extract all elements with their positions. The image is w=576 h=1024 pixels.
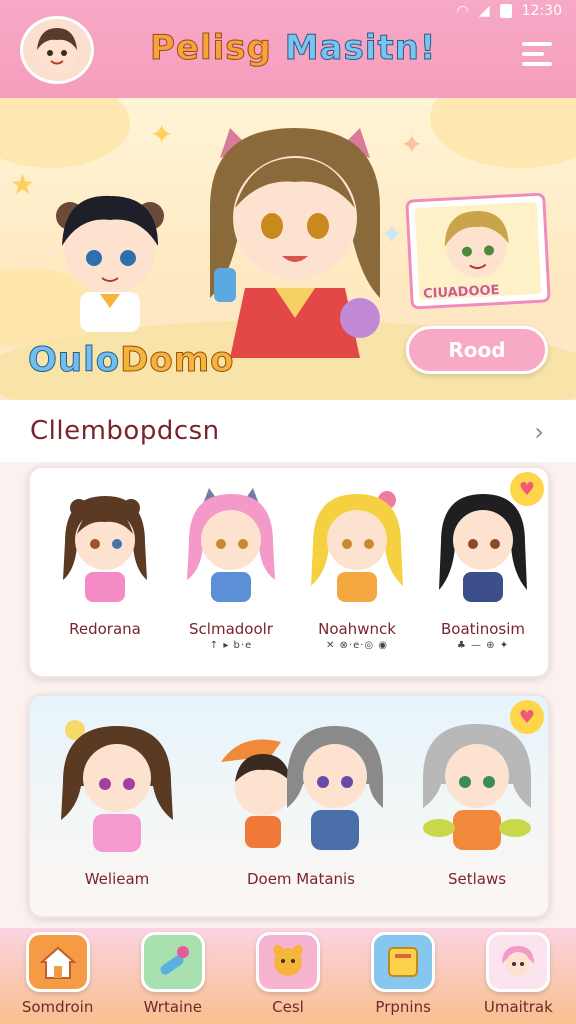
status-bar: ◠ ◢ 12:30: [0, 0, 576, 22]
character-welieam-image: [61, 720, 173, 852]
profile-avatar[interactable]: [20, 16, 94, 84]
brush-icon[interactable]: [140, 932, 205, 992]
character-noahwnck-image: [311, 491, 403, 602]
sparkle-icon: ✦: [400, 128, 424, 161]
character-item[interactable]: Redorana: [50, 482, 160, 638]
character-item[interactable]: Welieam: [52, 712, 182, 888]
character-subtitle: ✕ ⊗·e·◎ ◉: [325, 640, 389, 651]
nav-label: Umaitrak: [483, 998, 553, 1016]
bottom-navigation: Somdroin Wrtaine Cesl Prpnins Umaitrak: [0, 928, 576, 1024]
featured-card-label: CIUADOOE: [422, 282, 500, 302]
character-name: Setlaws: [447, 870, 507, 888]
featured-card[interactable]: CIUADOOE: [405, 192, 551, 310]
character-name: Welieam: [84, 870, 150, 888]
character-doem-matanis-image: [221, 726, 383, 850]
character-item[interactable]: Noahwnck ✕ ⊗·e·◎ ◉: [302, 482, 412, 651]
avatar-icon[interactable]: [486, 932, 551, 992]
chevron-right-icon[interactable]: ›: [534, 418, 544, 446]
nav-label: Prpnins: [375, 998, 431, 1016]
pet-icon[interactable]: [255, 932, 320, 992]
nav-label: Wrtaine: [143, 998, 202, 1016]
avatar-face-icon: [37, 28, 77, 72]
character-item[interactable]: Boatinosim ♣ — ⊕ ✦: [428, 482, 538, 651]
read-button[interactable]: Rood: [406, 326, 548, 374]
nav-label: Cesl: [272, 998, 304, 1016]
section-header[interactable]: Cllembopdcsn ›: [0, 400, 576, 462]
character-item[interactable]: Doem Matanis: [206, 712, 396, 888]
character-item[interactable]: Setlaws: [412, 712, 542, 888]
character-name: Sclmadoolr: [189, 620, 273, 638]
wifi-icon: ◠: [456, 3, 469, 19]
nav-item-wrtaine[interactable]: Wrtaine: [123, 932, 223, 1016]
character-name: Doem Matanis: [246, 870, 356, 888]
sparkle-icon: ★: [10, 168, 36, 201]
home-icon[interactable]: [25, 932, 90, 992]
character-item[interactable]: Sclmadoolr ↑ ▸ b·e: [176, 482, 286, 651]
character-name: Redorana: [69, 620, 141, 638]
hero-logo-part1: Oulo: [27, 340, 121, 381]
character-card-row-1[interactable]: ♥ Redorana Sclmadoolr ↑ ▸ b·e Noahwnck ✕…: [28, 466, 550, 678]
signal-icon: ◢: [478, 3, 490, 19]
nav-item-umaitrak[interactable]: Umaitrak: [468, 932, 568, 1016]
character-sclmadoolr-image: [187, 488, 275, 602]
battery-icon: [499, 4, 512, 18]
nav-item-cesl[interactable]: Cesl: [238, 932, 338, 1016]
character-setlaws-image: [423, 724, 531, 850]
app-title-part1: Pelisg: [150, 28, 272, 69]
sparkle-icon: ✦: [150, 118, 174, 151]
app-title: Pelisg Masitn!: [150, 28, 437, 69]
section-title: Cllembopdcsn: [30, 416, 220, 446]
character-subtitle: ♣ — ⊕ ✦: [456, 640, 510, 651]
character-subtitle: ↑ ▸ b·e: [209, 640, 253, 651]
nav-item-somdroin[interactable]: Somdroin: [8, 932, 108, 1016]
hero-girl-character: [210, 128, 380, 358]
hero-logo: OuloDomo: [27, 340, 235, 381]
nav-item-prpnins[interactable]: Prpnins: [353, 932, 453, 1016]
app-title-part2: Masitn!: [284, 28, 437, 69]
character-name: Noahwnck: [318, 620, 396, 638]
menu-icon[interactable]: [522, 42, 552, 66]
status-time: 12:30: [521, 3, 562, 19]
featured-character-image: [444, 211, 509, 278]
character-boatinosim-image: [439, 494, 527, 602]
character-card-row-2[interactable]: ♥ Welieam Doem Matanis Setlaws: [28, 694, 550, 918]
hero-boy-character: [56, 195, 164, 332]
book-icon[interactable]: [371, 932, 436, 992]
character-redorana-image: [63, 496, 147, 602]
nav-label: Somdroin: [21, 998, 94, 1016]
character-name: Boatinosim: [441, 620, 525, 638]
hero-logo-part2: Domo: [120, 340, 235, 381]
